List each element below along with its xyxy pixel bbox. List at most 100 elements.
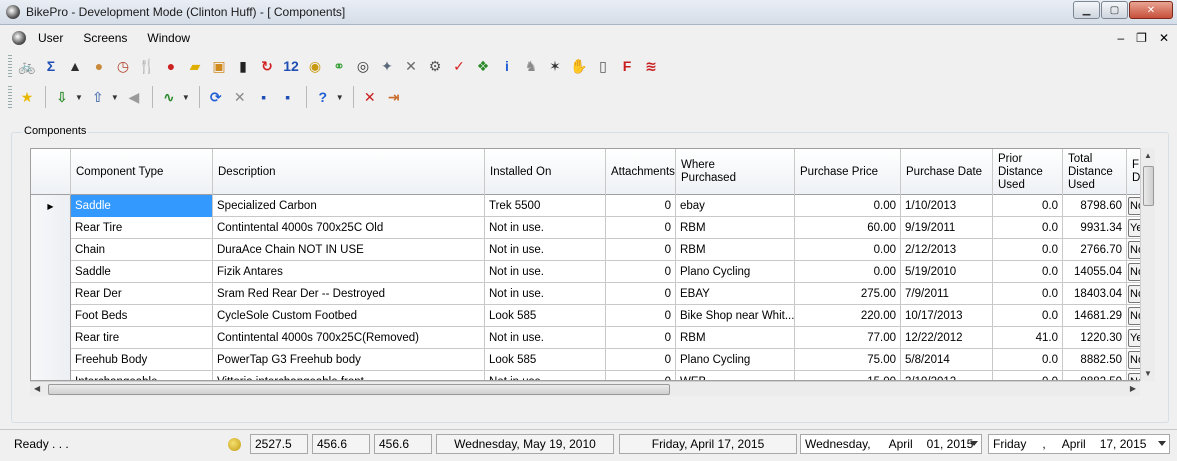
table-cell[interactable]: Saddle: [71, 195, 213, 217]
start-date-picker[interactable]: Wednesday, April 01, 2015: [800, 434, 982, 454]
scroll-down-icon[interactable]: ▼: [1144, 369, 1152, 378]
row-header[interactable]: [31, 327, 71, 349]
table-cell[interactable]: 2766.70: [1063, 239, 1127, 261]
table-cell[interactable]: 0.00: [795, 239, 901, 261]
table-cell[interactable]: Rear tire: [71, 327, 213, 349]
table-cell[interactable]: 0: [606, 327, 676, 349]
table-cell[interactable]: 60.00: [795, 217, 901, 239]
medal-icon[interactable]: ◉: [304, 55, 326, 77]
table-cell[interactable]: 0: [606, 349, 676, 371]
info-icon[interactable]: i: [496, 55, 518, 77]
table-cell[interactable]: EBAY: [676, 283, 795, 305]
table-row[interactable]: Foot Beds CycleSole Custom Footbed Look 58…: [31, 305, 1147, 327]
f-badge-icon[interactable]: F: [616, 55, 638, 77]
menu-window[interactable]: Window: [143, 31, 194, 45]
table-cell[interactable]: 5/8/2014: [901, 349, 993, 371]
table-cell[interactable]: 15.00: [795, 371, 901, 380]
table-cell[interactable]: Not in use.: [485, 239, 606, 261]
mountain-icon[interactable]: ▲: [64, 55, 86, 77]
table-cell[interactable]: 0.0: [993, 239, 1063, 261]
table-row[interactable]: Rear tire Contintental 4000s 700x25C(Remo…: [31, 327, 1147, 349]
bicycle-icon[interactable]: ⚭: [328, 55, 350, 77]
gear-icon[interactable]: ⚙: [424, 55, 446, 77]
sigma-icon[interactable]: Σ: [40, 55, 62, 77]
table-cell[interactable]: 0.0: [993, 217, 1063, 239]
back-circle-icon[interactable]: ◀: [123, 86, 145, 108]
table-cell[interactable]: 0.0: [993, 349, 1063, 371]
column-header[interactable]: Purchase Date: [901, 149, 993, 195]
check-icon[interactable]: ✓: [448, 55, 470, 77]
table-cell[interactable]: Foot Beds: [71, 305, 213, 327]
column-header[interactable]: Description: [213, 149, 485, 195]
table-cell[interactable]: 18403.04: [1063, 283, 1127, 305]
table-cell[interactable]: Fizik Antares: [213, 261, 485, 283]
toolbar-grip[interactable]: [8, 86, 12, 108]
table-cell[interactable]: CycleSole Custom Footbed: [213, 305, 485, 327]
wheel-icon[interactable]: ◎: [352, 55, 374, 77]
table-cell[interactable]: Contintental 4000s 700x25C(Removed): [213, 327, 485, 349]
mdi-close-icon[interactable]: ✕: [1159, 31, 1169, 45]
import-icon[interactable]: ⇩: [51, 86, 73, 108]
table-cell[interactable]: 8798.60: [1063, 195, 1127, 217]
close-button[interactable]: ✕: [1129, 1, 1173, 19]
table-row[interactable]: Freehub Body PowerTap G3 Freehub body Look…: [31, 349, 1147, 371]
menu-screens[interactable]: Screens: [79, 31, 131, 45]
table-cell[interactable]: 9931.34: [1063, 217, 1127, 239]
table-cell[interactable]: Plano Cycling: [676, 349, 795, 371]
table-row[interactable]: Chain DuraAce Chain NOT IN USE Not in use.…: [31, 239, 1147, 261]
row-header[interactable]: ▶: [31, 195, 71, 217]
folder-icon[interactable]: ▰: [184, 55, 206, 77]
title-bar[interactable]: BikePro - Development Mode (Clinton Huff…: [0, 0, 1177, 25]
table-cell[interactable]: 0: [606, 283, 676, 305]
table-cell[interactable]: 0: [606, 217, 676, 239]
chevron-down-icon[interactable]: ▼: [111, 93, 119, 102]
chevron-down-icon[interactable]: ▼: [182, 93, 190, 102]
table-cell[interactable]: Not in use.: [485, 261, 606, 283]
row-header[interactable]: [31, 283, 71, 305]
save-icon[interactable]: ▪: [253, 86, 275, 108]
stopwatch-icon[interactable]: ◷: [112, 55, 134, 77]
table-cell[interactable]: 275.00: [795, 283, 901, 305]
chevron-down-icon[interactable]: ▼: [336, 93, 344, 102]
row-header[interactable]: [31, 349, 71, 371]
table-row[interactable]: ▶ Saddle Specialized Carbon Trek 5500 0 ebay 0…: [31, 195, 1147, 217]
insects-icon[interactable]: ✶: [544, 55, 566, 77]
table-cell[interactable]: 0.00: [795, 261, 901, 283]
bull-icon[interactable]: ♞: [520, 55, 542, 77]
table-cell[interactable]: 41.0: [993, 327, 1063, 349]
card-icon[interactable]: ▣: [208, 55, 230, 77]
export-icon[interactable]: ⇧: [87, 86, 109, 108]
sprayer-icon[interactable]: ✦: [376, 55, 398, 77]
table-cell[interactable]: 0.0: [993, 261, 1063, 283]
table-cell[interactable]: 0.00: [795, 195, 901, 217]
user-icon[interactable]: ●: [88, 55, 110, 77]
table-cell[interactable]: Rear Der: [71, 283, 213, 305]
delete-icon[interactable]: ✕: [229, 86, 251, 108]
table-cell[interactable]: Not in use.: [485, 327, 606, 349]
table-cell[interactable]: 14055.04: [1063, 261, 1127, 283]
column-header[interactable]: Component Type: [71, 149, 213, 195]
vertical-scroll-thumb[interactable]: [1143, 166, 1154, 206]
table-cell[interactable]: RBM: [676, 327, 795, 349]
table-cell[interactable]: 2/12/2013: [901, 239, 993, 261]
table-cell[interactable]: 8882.50: [1063, 371, 1127, 380]
chart-line-icon[interactable]: ≋: [640, 55, 662, 77]
table-cell[interactable]: Interchangeable...: [71, 371, 213, 380]
table-cell[interactable]: Trek 5500: [485, 195, 606, 217]
table-cell[interactable]: 220.00: [795, 305, 901, 327]
chevron-down-icon[interactable]: [1158, 441, 1166, 446]
table-cell[interactable]: 0: [606, 371, 676, 380]
table-cell[interactable]: 10/17/2013: [901, 305, 993, 327]
star-icon[interactable]: ★: [16, 86, 38, 108]
table-cell[interactable]: 77.00: [795, 327, 901, 349]
table-cell[interactable]: 0: [606, 261, 676, 283]
table-cell[interactable]: 75.00: [795, 349, 901, 371]
column-header[interactable]: Where Purchased: [676, 149, 795, 195]
components-grid[interactable]: Component Type Description Installed On Att…: [30, 148, 1155, 381]
row-header[interactable]: [31, 217, 71, 239]
table-cell[interactable]: Not in use.: [485, 283, 606, 305]
scroll-right-icon[interactable]: ▶: [1130, 384, 1136, 393]
calendar-icon[interactable]: 12: [280, 55, 302, 77]
table-cell[interactable]: Vittoria interchangeable front...: [213, 371, 485, 380]
table-cell[interactable]: Freehub Body: [71, 349, 213, 371]
